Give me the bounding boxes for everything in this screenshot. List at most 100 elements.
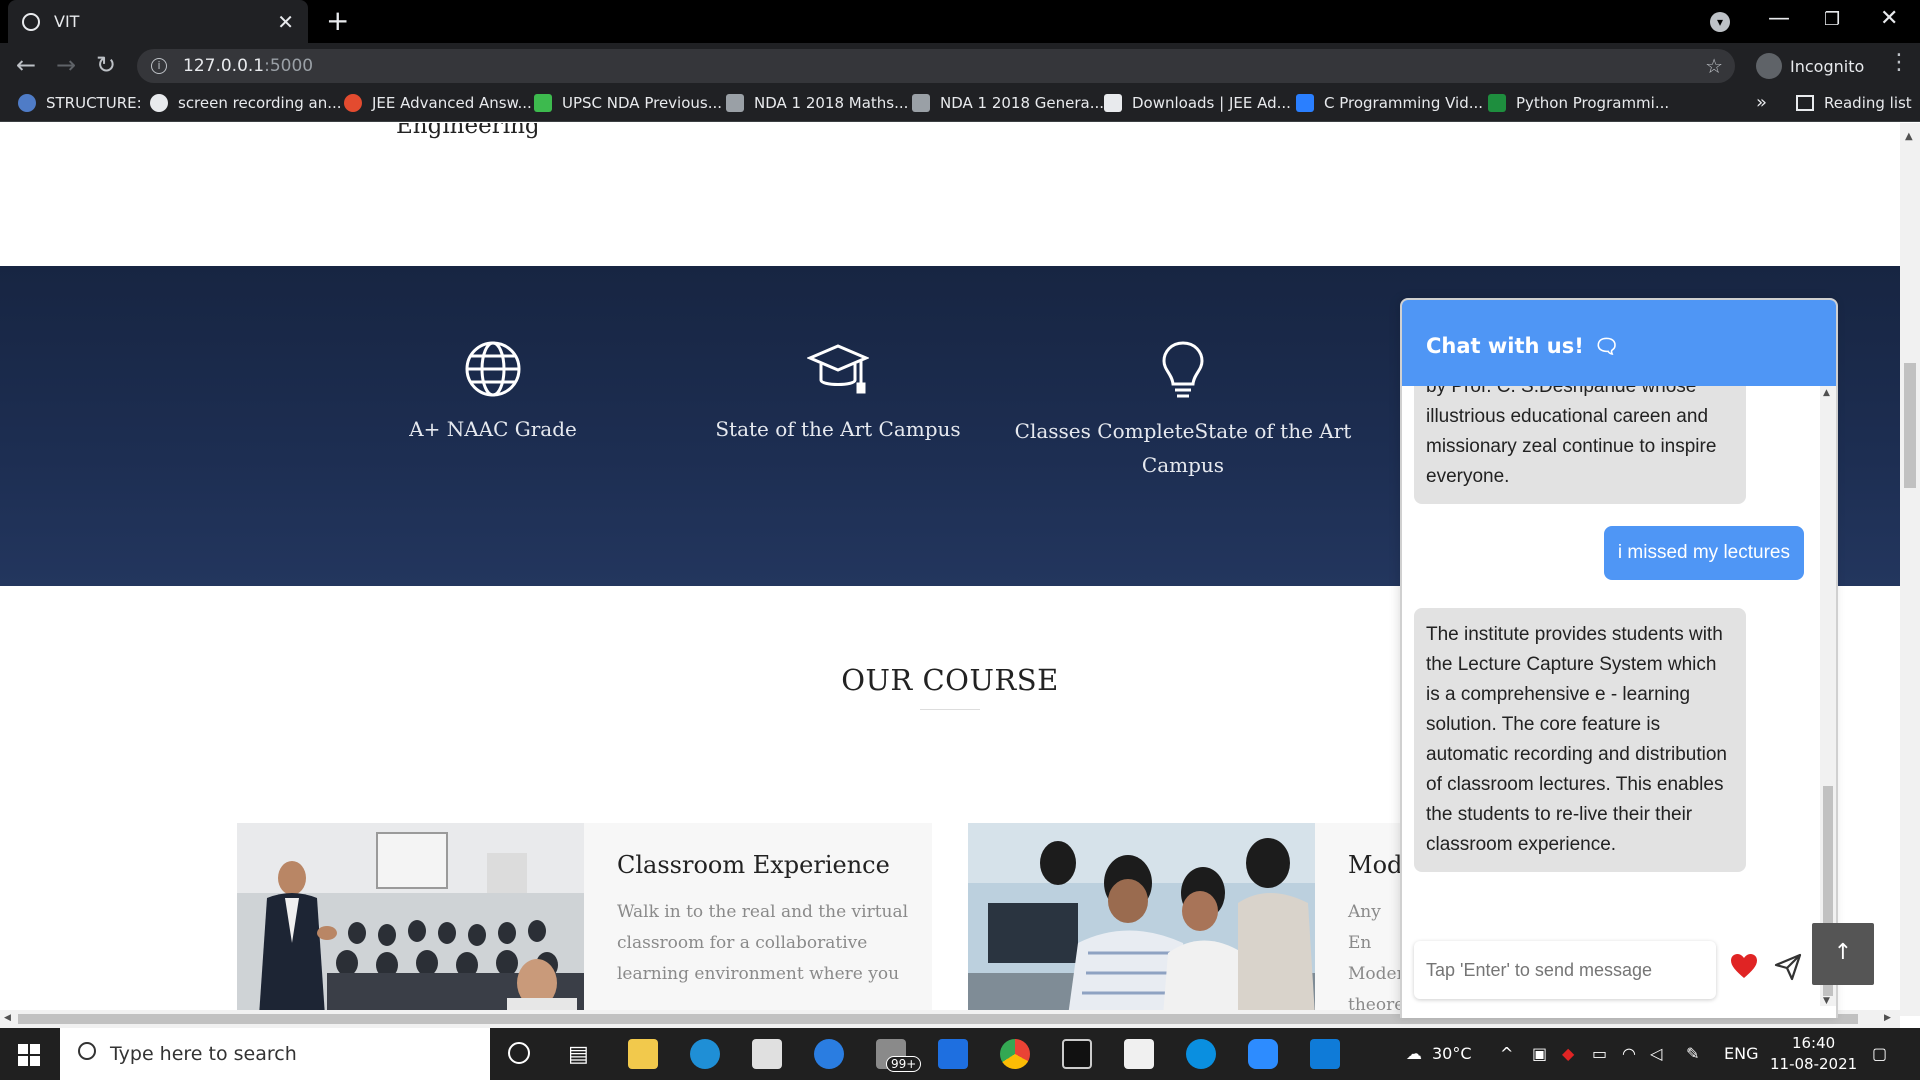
store-icon[interactable]	[752, 1039, 782, 1069]
restore-icon[interactable]: ❐	[1824, 9, 1840, 30]
site-favicon-icon	[22, 12, 40, 31]
tab-close-icon[interactable]: ✕	[277, 10, 294, 34]
chat-scrollbar[interactable]: ▲ ▼	[1820, 386, 1836, 1006]
course-card[interactable]: Classroom Experience Walk in to the real…	[237, 823, 932, 1016]
scroll-up-icon[interactable]: ▲	[1823, 388, 1830, 398]
address-host: 127.0.0.1	[183, 56, 265, 76]
file-explorer-icon[interactable]	[628, 1039, 658, 1069]
address-port: :5000	[264, 56, 314, 76]
course-body: Classroom Experience Walk in to the real…	[617, 851, 917, 990]
chat-widget: Chat with us! 🗨 by Prof. C. S.Deshpande …	[1400, 298, 1838, 1018]
bot-message: The institute provides students with the…	[1414, 608, 1746, 872]
feature-item: State of the Art Campus	[668, 340, 1008, 446]
weather-temperature[interactable]: 30°C	[1432, 1044, 1472, 1063]
minimize-icon[interactable]: —	[1768, 6, 1790, 31]
input-language[interactable]: ENG	[1724, 1044, 1758, 1063]
tab-search-icon[interactable]: ▾	[1710, 12, 1730, 32]
browser-tab-strip: VIT ✕ + ▾ — ❐ ✕	[0, 0, 1920, 43]
chat-header-title: Chat with us!	[1426, 334, 1584, 358]
bookmark-item[interactable]: screen recording an...	[150, 94, 342, 112]
bookmark-item[interactable]: STRUCTURE:	[18, 94, 142, 112]
back-arrow-icon[interactable]: ←	[16, 51, 36, 79]
feature-label: State of the Art Campus	[715, 417, 961, 441]
volume-icon[interactable]: ◁	[1650, 1044, 1662, 1063]
bookmark-item[interactable]: C Programming Vid...	[1296, 94, 1483, 112]
reading-list-icon	[1796, 95, 1814, 111]
back-to-top-button[interactable]: ↑	[1812, 923, 1874, 985]
bookmark-item[interactable]: NDA 1 2018 Genera...	[912, 94, 1104, 112]
new-tab-button[interactable]: +	[326, 7, 349, 35]
chat-composer	[1402, 931, 1820, 1018]
feature-item: A+ NAAC Grade	[323, 340, 663, 446]
incognito-indicator[interactable]: Incognito	[1756, 51, 1864, 81]
chat-message-input[interactable]	[1414, 941, 1716, 999]
feature-item: Classes CompleteState of the Art Campus	[1013, 340, 1353, 482]
bookmarks-overflow-button[interactable]: »	[1756, 92, 1767, 113]
bookmark-favicon-icon	[1488, 94, 1506, 112]
course-image	[237, 823, 584, 1016]
profile-label: Incognito	[1790, 56, 1865, 76]
tab-title: VIT	[54, 12, 80, 31]
forward-arrow-icon[interactable]: →	[56, 51, 76, 79]
bookmark-item[interactable]: UPSC NDA Previous...	[534, 94, 722, 112]
tray-device-icon[interactable]: ▣	[1532, 1044, 1547, 1063]
bot-message: by Prof. C. S.Deshpande whose illustriou…	[1414, 386, 1746, 504]
chat-header[interactable]: Chat with us! 🗨	[1402, 300, 1836, 386]
reading-list-button[interactable]: Reading list	[1796, 94, 1912, 112]
app-icon[interactable]	[938, 1039, 968, 1069]
incognito-icon	[1756, 53, 1782, 79]
window-close-icon[interactable]: ✕	[1880, 6, 1898, 31]
address-bar[interactable]: i 127.0.0.1:5000 ☆	[137, 49, 1735, 83]
scroll-left-icon[interactable]: ◀	[4, 1013, 11, 1023]
title-divider	[920, 709, 980, 710]
notifications-icon[interactable]: ▢	[1872, 1044, 1887, 1063]
terminal-icon[interactable]	[1062, 1039, 1092, 1069]
tray-antivirus-icon[interactable]: ◆	[1562, 1044, 1574, 1063]
taskbar-clock[interactable]: 16:40 11-08-2021	[1770, 1033, 1857, 1075]
tray-chevron-icon[interactable]: ^	[1500, 1044, 1513, 1063]
task-view-icon[interactable]: ▤	[568, 1042, 589, 1067]
notepad-icon[interactable]	[1124, 1039, 1154, 1069]
bookmark-item[interactable]: Python Programmi...	[1488, 94, 1669, 112]
browser-tab[interactable]: VIT ✕	[8, 0, 308, 43]
bookmark-item[interactable]: NDA 1 2018 Maths...	[726, 94, 908, 112]
lightbulb-icon	[1162, 341, 1204, 398]
chrome-icon[interactable]	[1000, 1039, 1030, 1069]
taskbar-search-box[interactable]: Type here to search	[60, 1028, 490, 1080]
course-title: Classroom Experience	[617, 851, 890, 879]
zoom-icon[interactable]	[1248, 1039, 1278, 1069]
bookmarks-bar: STRUCTURE: screen recording an... JEE Ad…	[0, 88, 1920, 122]
skype-icon[interactable]	[1186, 1039, 1216, 1069]
bookmark-favicon-icon	[534, 94, 552, 112]
scroll-up-icon[interactable]: ▲	[1905, 131, 1913, 142]
windows-start-icon[interactable]	[18, 1044, 40, 1066]
globe-icon	[465, 341, 521, 397]
bookmark-favicon-icon	[726, 94, 744, 112]
scroll-thumb[interactable]	[1904, 363, 1916, 488]
weather-cloud-icon[interactable]: ☁	[1406, 1044, 1422, 1063]
vscode-icon[interactable]	[1310, 1039, 1340, 1069]
search-icon	[78, 1042, 96, 1060]
bookmark-item[interactable]: JEE Advanced Answ...	[344, 94, 532, 112]
pen-icon[interactable]: ✎	[1686, 1044, 1699, 1063]
feature-label: Classes CompleteState of the Art Campus	[1014, 419, 1352, 477]
page-vertical-scrollbar[interactable]: ▲	[1900, 123, 1920, 1016]
clock-date: 11-08-2021	[1770, 1055, 1858, 1073]
bookmark-star-icon[interactable]: ☆	[1705, 54, 1723, 78]
send-icon[interactable]	[1774, 953, 1802, 981]
edge-icon[interactable]	[690, 1039, 720, 1069]
bookmark-favicon-icon	[1104, 94, 1122, 112]
cortana-icon[interactable]	[508, 1042, 530, 1064]
battery-icon[interactable]: ▭	[1592, 1044, 1607, 1063]
reload-icon[interactable]: ↻	[96, 51, 116, 79]
heart-icon[interactable]	[1730, 953, 1758, 979]
wifi-icon[interactable]: ◠	[1622, 1044, 1636, 1063]
bookmark-item[interactable]: Downloads | JEE Ad...	[1104, 94, 1291, 112]
safari-icon[interactable]	[814, 1039, 844, 1069]
scroll-right-icon[interactable]: ▶	[1884, 1013, 1891, 1023]
scroll-down-icon[interactable]: ▼	[1823, 996, 1830, 1006]
feature-label: A+ NAAC Grade	[409, 417, 577, 441]
site-info-icon[interactable]: i	[151, 58, 167, 74]
bookmark-favicon-icon	[344, 94, 362, 112]
browser-menu-icon[interactable]: ⋮	[1888, 50, 1910, 75]
